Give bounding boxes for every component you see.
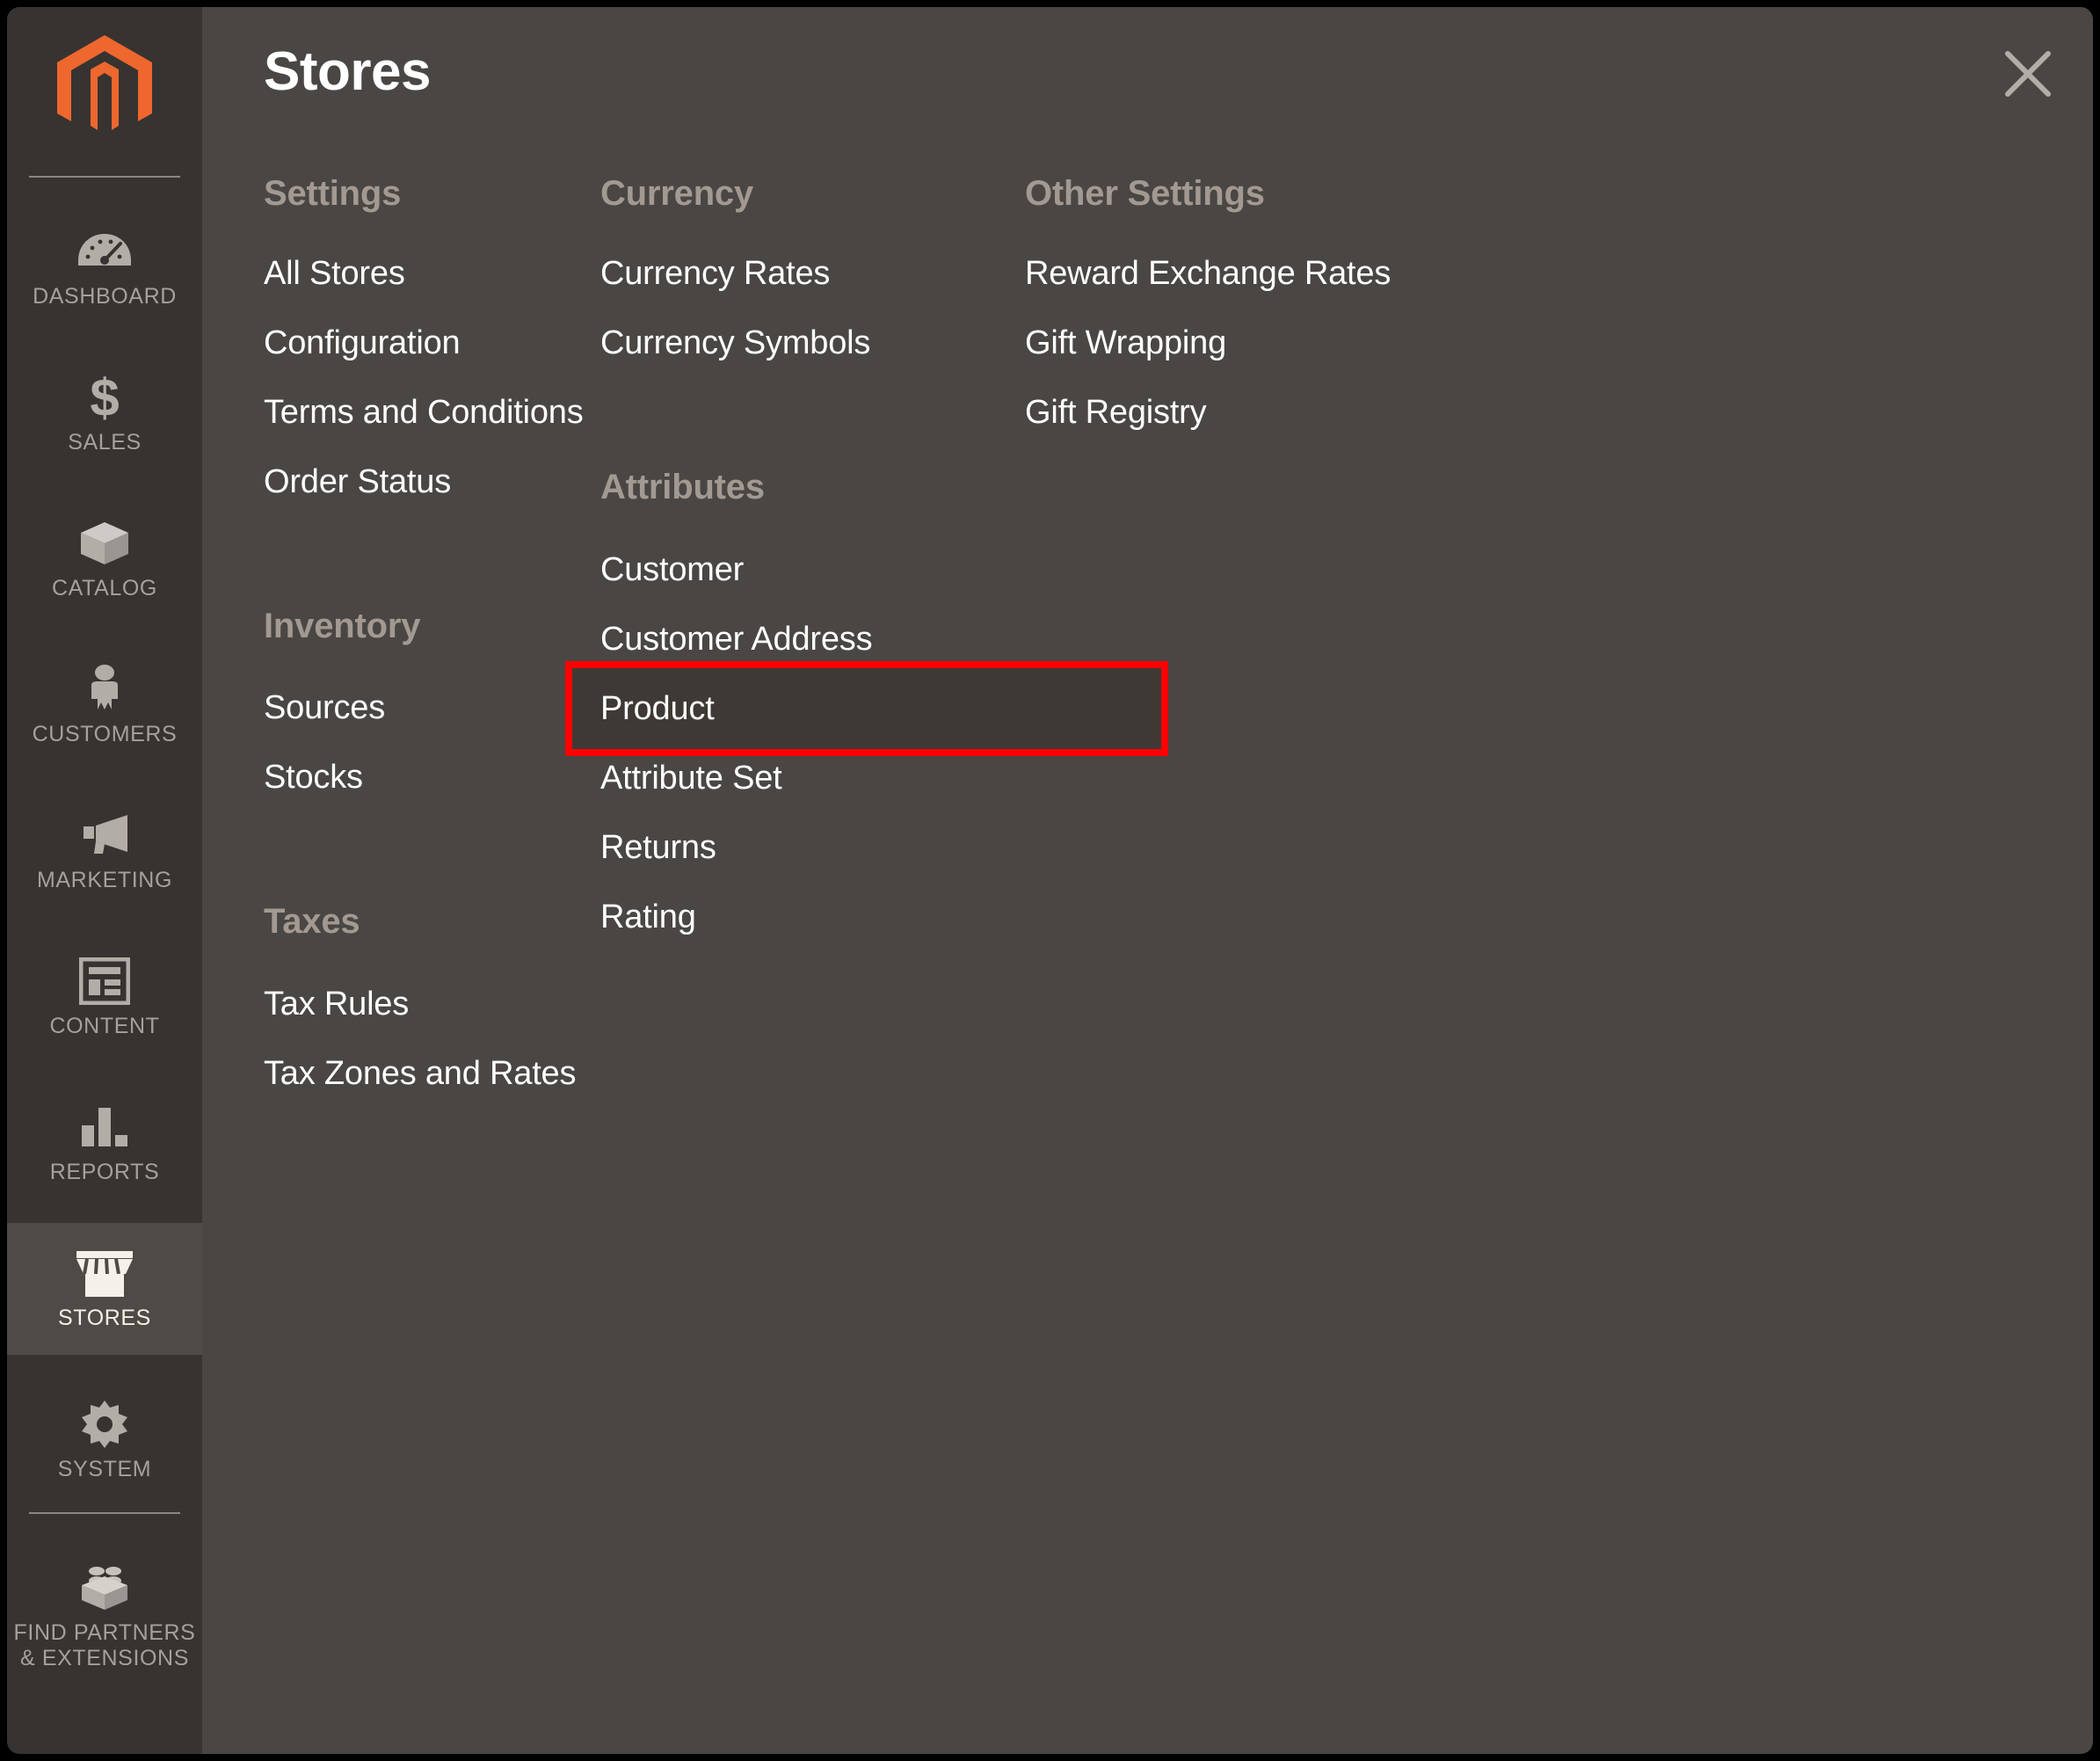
menu-item-returns[interactable]: Returns xyxy=(600,829,716,867)
sidebar-item-reports[interactable]: REPORTS xyxy=(7,1081,202,1204)
sidebar-item-label: FIND PARTNERS & EXTENSIONS xyxy=(13,1619,196,1671)
sidebar-item-label: SYSTEM xyxy=(57,1457,152,1482)
sidebar-logo-divider xyxy=(29,176,180,178)
storefront-icon xyxy=(75,1246,134,1300)
menu-item-product-highlight-wrapper: Product xyxy=(565,661,1168,756)
menu-item-product[interactable]: Product xyxy=(600,690,715,728)
sidebar-item-label: REPORTS xyxy=(49,1160,160,1185)
magento-admin-stores-menu: DASHBOARD $ SALES CATALOG CUSTOMERS MARK… xyxy=(0,0,2100,1761)
sidebar-item-catalog[interactable]: CATALOG xyxy=(7,498,202,621)
menu-item-configuration[interactable]: Configuration xyxy=(264,324,461,362)
svg-text:$: $ xyxy=(90,370,119,425)
menu-item-gift-registry[interactable]: Gift Registry xyxy=(1025,394,1207,432)
menu-item-order-status[interactable]: Order Status xyxy=(264,463,451,501)
menu-item-attribute-set[interactable]: Attribute Set xyxy=(600,760,782,797)
magento-logo-icon xyxy=(57,35,152,130)
dashboard-gauge-icon xyxy=(77,224,132,279)
sidebar-item-stores[interactable]: STORES xyxy=(7,1223,202,1355)
group-title-currency: Currency xyxy=(600,174,754,213)
bar-chart-icon xyxy=(80,1100,129,1154)
admin-sidebar: DASHBOARD $ SALES CATALOG CUSTOMERS MARK… xyxy=(7,7,202,1754)
close-icon[interactable] xyxy=(1996,42,2060,106)
layout-page-icon xyxy=(79,954,130,1008)
menu-item-customer-address[interactable]: Customer Address xyxy=(600,621,873,659)
group-title-settings: Settings xyxy=(264,174,402,213)
group-title-other-settings: Other Settings xyxy=(1025,174,1265,213)
dollar-sign-icon: $ xyxy=(85,370,124,425)
sidebar-item-sales[interactable]: $ SALES xyxy=(7,352,202,475)
menu-item-terms-and-conditions[interactable]: Terms and Conditions xyxy=(264,394,584,432)
sidebar-item-system[interactable]: SYSTEM xyxy=(7,1379,202,1502)
sidebar-item-label: CUSTOMERS xyxy=(32,722,178,747)
group-title-attributes: Attributes xyxy=(600,468,765,506)
page-title: Stores xyxy=(264,41,431,102)
gear-icon xyxy=(78,1397,131,1452)
menu-item-currency-symbols[interactable]: Currency Symbols xyxy=(600,324,870,362)
sidebar-item-content[interactable]: CONTENT xyxy=(7,935,202,1059)
group-title-taxes: Taxes xyxy=(264,902,360,941)
menu-item-tax-rules[interactable]: Tax Rules xyxy=(264,986,409,1023)
menu-item-customer[interactable]: Customer xyxy=(600,551,744,589)
group-title-inventory: Inventory xyxy=(264,607,421,645)
magento-logo[interactable] xyxy=(7,26,202,149)
menu-item-rating[interactable]: Rating xyxy=(600,899,696,936)
sidebar-item-label: CATALOG xyxy=(52,576,157,601)
sidebar-item-label: SALES xyxy=(68,430,142,455)
menu-item-currency-rates[interactable]: Currency Rates xyxy=(600,255,830,293)
menu-item-tax-zones-and-rates[interactable]: Tax Zones and Rates xyxy=(264,1055,576,1093)
sidebar-item-find-partners-extensions[interactable]: FIND PARTNERS & EXTENSIONS xyxy=(7,1537,202,1695)
sidebar-bottom-divider xyxy=(29,1512,180,1514)
menu-item-gift-wrapping[interactable]: Gift Wrapping xyxy=(1025,324,1226,362)
box-icon xyxy=(77,516,132,571)
menu-columns: Settings All Stores Configuration Terms … xyxy=(202,148,2093,1748)
sidebar-item-label: STORES xyxy=(58,1306,151,1331)
menu-item-stocks[interactable]: Stocks xyxy=(264,759,363,797)
megaphone-icon xyxy=(76,808,133,862)
sidebar-item-marketing[interactable]: MARKETING xyxy=(7,790,202,913)
sidebar-item-dashboard[interactable]: DASHBOARD xyxy=(7,206,202,329)
sidebar-item-label: CONTENT xyxy=(49,1014,160,1039)
menu-item-sources[interactable]: Sources xyxy=(264,689,385,727)
sidebar-item-label: DASHBOARD xyxy=(33,284,177,309)
sidebar-item-customers[interactable]: CUSTOMERS xyxy=(7,644,202,767)
stores-menu-panel: Stores Settings All Stores Configuration… xyxy=(202,7,2093,1754)
lego-brick-icon xyxy=(76,1561,133,1615)
person-icon xyxy=(87,662,122,717)
sidebar-item-label: MARKETING xyxy=(36,868,173,893)
menu-item-all-stores[interactable]: All Stores xyxy=(264,255,405,293)
menu-item-reward-exchange-rates[interactable]: Reward Exchange Rates xyxy=(1025,255,1391,293)
